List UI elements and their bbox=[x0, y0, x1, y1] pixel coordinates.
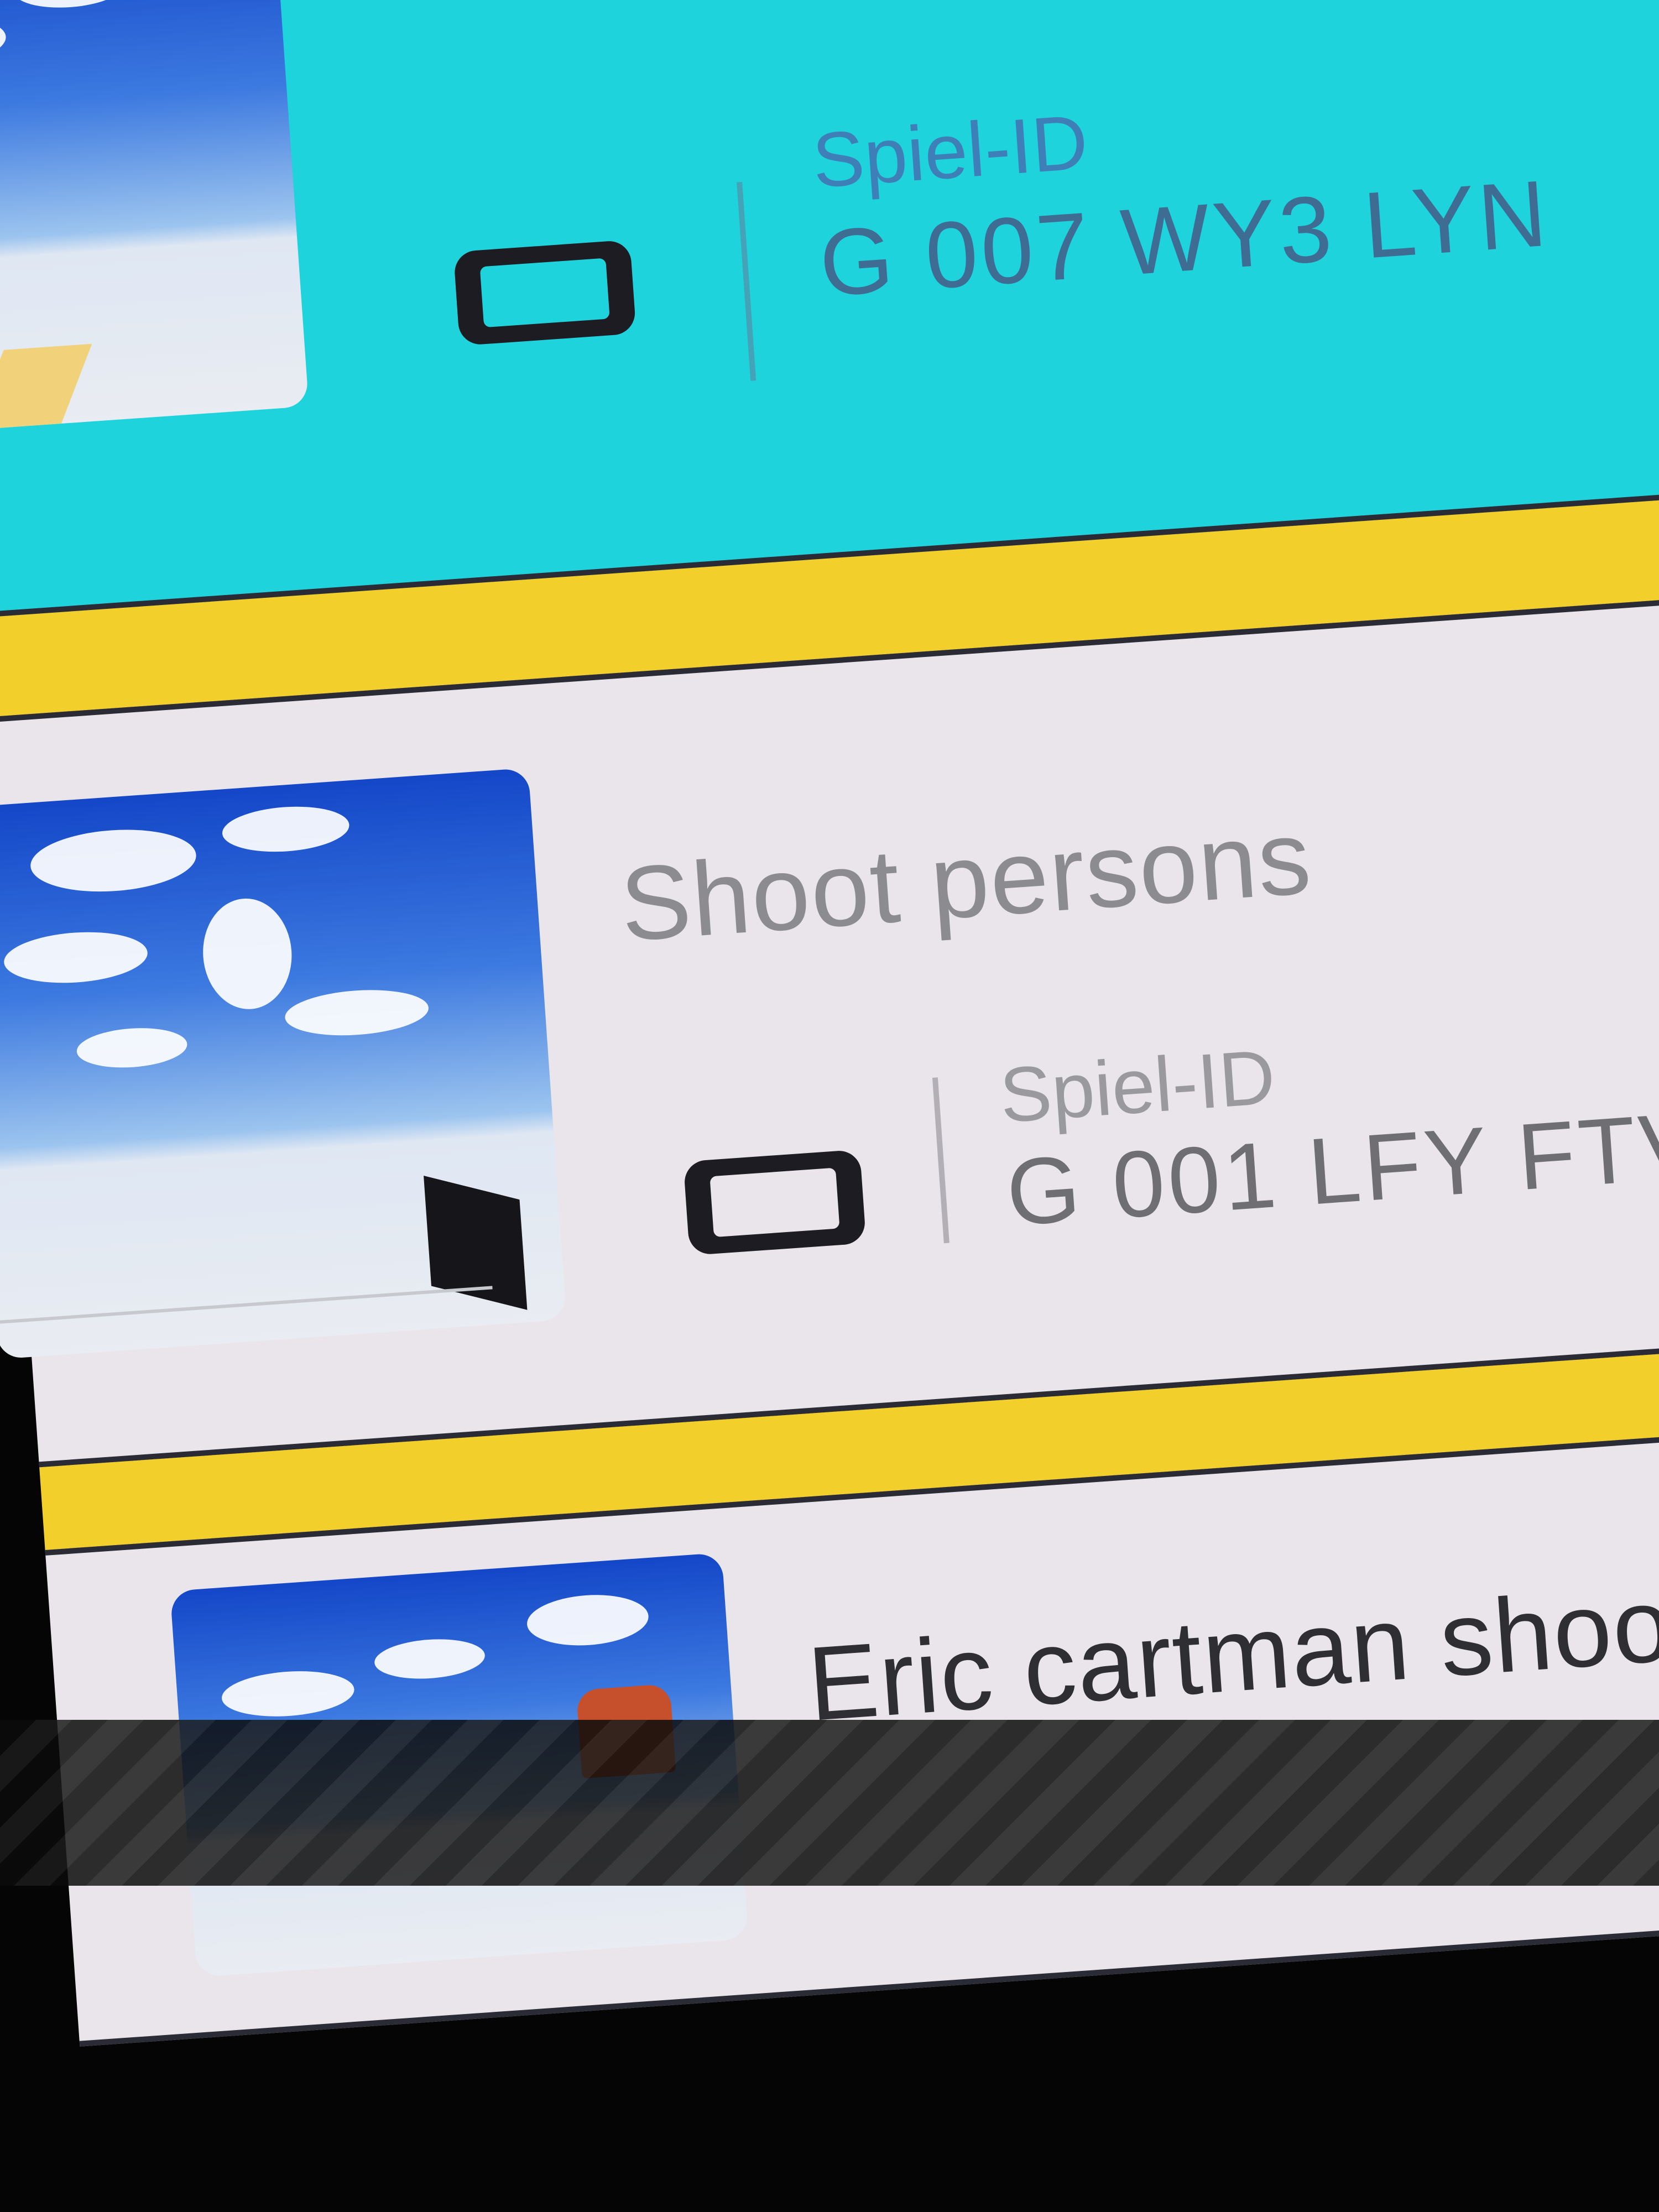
cloud-shape bbox=[12, 0, 126, 11]
game-list-screen: Spiel-ID G 007 WY3 LYN Shoot persons Spi… bbox=[0, 0, 1659, 2212]
separator bbox=[932, 1077, 950, 1244]
screen-bezel bbox=[0, 1720, 1659, 1886]
separator bbox=[737, 182, 757, 381]
game-thumbnail bbox=[0, 768, 567, 1359]
ground-line bbox=[0, 1286, 493, 1324]
cloud-shape bbox=[28, 824, 199, 897]
game-id-label: Spiel-ID bbox=[810, 98, 1091, 204]
cloud-shape bbox=[373, 1636, 487, 1682]
cloud-shape bbox=[0, 95, 2, 135]
game-entry[interactable]: Shoot persons Spiel-ID G 001 LFY FTV bbox=[0, 589, 1659, 1468]
game-list: Spiel-ID G 007 WY3 LYN Shoot persons Spi… bbox=[0, 0, 1659, 2047]
handheld-console-icon bbox=[683, 1149, 867, 1256]
cloud-shape bbox=[220, 1667, 356, 1721]
game-thumbnail bbox=[0, 0, 309, 438]
game-title: Shoot persons bbox=[617, 798, 1316, 964]
cloud-shape bbox=[199, 895, 296, 1013]
cloud-shape bbox=[525, 1591, 650, 1650]
cloud-shape bbox=[2, 927, 149, 988]
handheld-console-icon bbox=[453, 239, 637, 346]
cloud-shape bbox=[0, 12, 8, 72]
cloud-shape bbox=[221, 802, 351, 856]
cloud-shape bbox=[283, 985, 430, 1040]
game-title: Eric cartman shoot sn bbox=[804, 1553, 1659, 1744]
cloud-shape bbox=[75, 1024, 189, 1071]
yellow-ramp-shape bbox=[0, 343, 92, 438]
